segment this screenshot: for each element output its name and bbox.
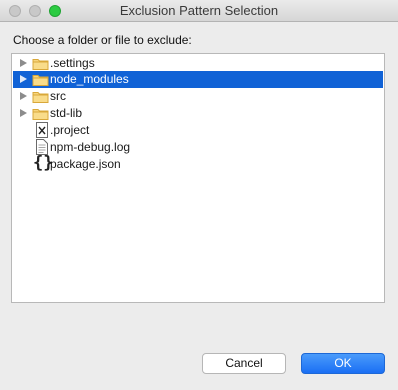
instruction-label: Choose a folder or file to exclude: [13, 33, 192, 47]
cancel-button[interactable]: Cancel [202, 353, 286, 374]
folder-icon [32, 59, 49, 70]
tree-item-settings[interactable]: .settings [13, 55, 383, 72]
tree-item-label: npm-debug.log [50, 140, 131, 154]
tree-item-package-json[interactable]: {} package.json [13, 153, 383, 173]
expand-arrow-icon[interactable] [20, 75, 27, 83]
tree-item-project[interactable]: .project [13, 122, 383, 139]
file-tree[interactable]: .settings node_modules src std-lib .proj… [11, 53, 385, 303]
expand-arrow-icon[interactable] [20, 92, 27, 100]
tree-item-label: package.json [50, 157, 121, 171]
tree-item-npm-debug-log[interactable]: npm-debug.log [13, 139, 383, 156]
tree-item-src[interactable]: src [13, 88, 383, 105]
ok-button[interactable]: OK [301, 353, 385, 374]
tree-item-label: .project [50, 123, 90, 137]
tree-item-label: .settings [50, 56, 95, 70]
tree-item-label: src [50, 89, 66, 103]
tree-item-node-modules[interactable]: node_modules [13, 71, 383, 88]
expand-arrow-icon[interactable] [20, 109, 27, 117]
expand-arrow-icon[interactable] [20, 59, 27, 67]
title-bar: Exclusion Pattern Selection [0, 0, 398, 22]
folder-icon [32, 92, 49, 103]
xml-file-icon [36, 122, 48, 138]
folder-icon [32, 75, 49, 86]
tree-item-std-lib[interactable]: std-lib [13, 105, 383, 122]
tree-item-label: std-lib [50, 106, 83, 120]
window-title: Exclusion Pattern Selection [119, 3, 279, 18]
folder-icon [32, 109, 49, 120]
tree-item-label: node_modules [50, 72, 129, 86]
